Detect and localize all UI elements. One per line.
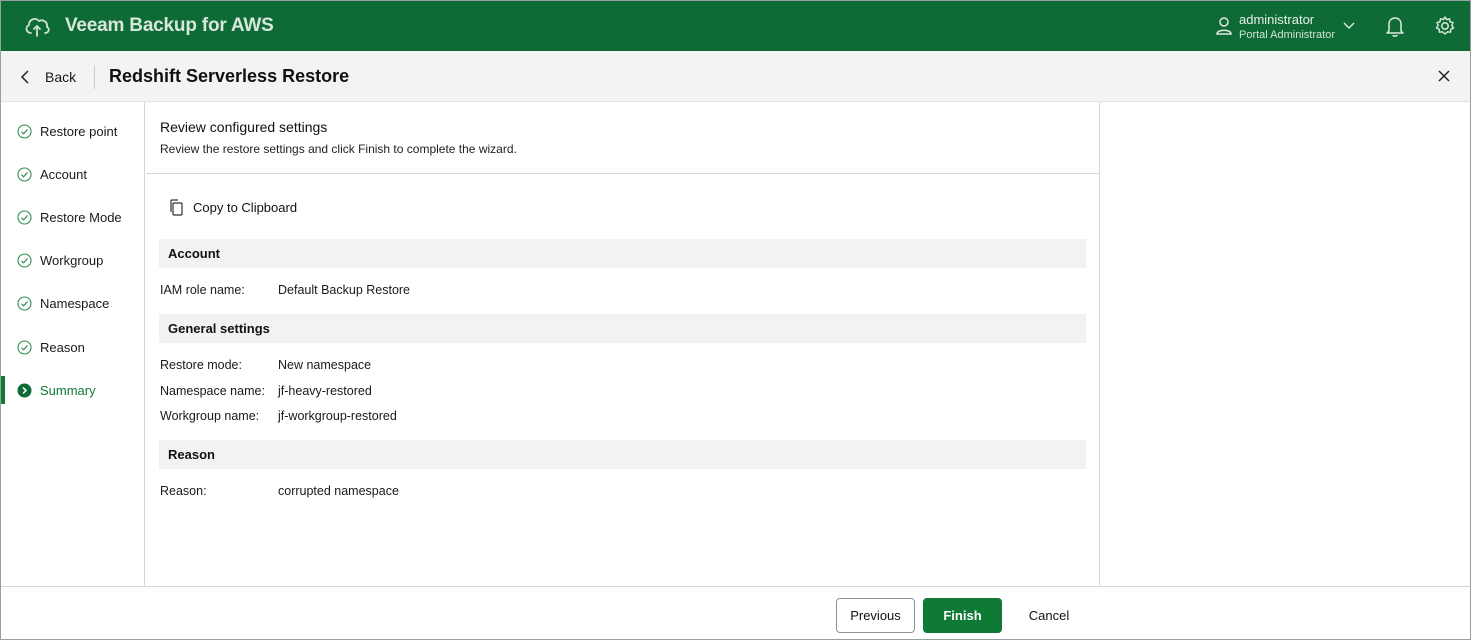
- row-key: Workgroup name:: [160, 409, 260, 423]
- step-label: Reason: [40, 339, 85, 355]
- row-key: Restore mode:: [160, 358, 242, 372]
- step-restore-point[interactable]: Restore point: [1, 117, 144, 145]
- wizard-footer: Previous Finish Cancel: [1, 586, 1470, 639]
- row-value: jf-workgroup-restored: [278, 409, 397, 423]
- check-circle-icon: [17, 339, 32, 355]
- user-role: Portal Administrator: [1239, 29, 1335, 41]
- step-summary[interactable]: Summary: [1, 376, 144, 404]
- step-label: Summary: [40, 382, 96, 398]
- user-menu[interactable]: administrator Portal Administrator: [1215, 10, 1365, 44]
- top-bar: Veeam Backup for AWS administrator Porta…: [1, 1, 1470, 51]
- row-key: IAM role name:: [160, 283, 245, 297]
- row-value: corrupted namespace: [278, 484, 399, 498]
- summary-panel: Review configured settings Review the re…: [146, 102, 1100, 586]
- header-divider: [94, 65, 95, 89]
- chevron-left-icon: [20, 70, 29, 84]
- check-circle-icon: [17, 166, 32, 182]
- row-value: jf-heavy-restored: [278, 384, 372, 398]
- arrow-circle-icon: [17, 383, 32, 397]
- check-circle-icon: [17, 123, 32, 139]
- row-value: New namespace: [278, 358, 372, 372]
- wizard-steps: Restore point Account Restore Mode Workg…: [1, 102, 145, 586]
- step-label: Workgroup: [40, 252, 104, 268]
- step-account[interactable]: Account: [1, 160, 144, 188]
- back-button[interactable]: Back: [19, 67, 76, 87]
- app-title: Veeam Backup for AWS: [65, 15, 274, 36]
- section-description: Review the restore settings and click Fi…: [160, 142, 517, 156]
- check-circle-icon: [17, 209, 32, 225]
- step-workgroup[interactable]: Workgroup: [1, 246, 144, 274]
- section-title: Review configured settings: [160, 119, 328, 135]
- page-header: Back Redshift Serverless Restore: [1, 51, 1470, 102]
- bell-icon[interactable]: [1385, 15, 1405, 37]
- gear-icon[interactable]: [1434, 15, 1456, 37]
- back-label: Back: [45, 69, 77, 85]
- finish-button[interactable]: Finish: [923, 598, 1002, 633]
- section-header-account: Account: [159, 239, 1086, 268]
- step-label: Account: [40, 166, 87, 182]
- check-circle-icon: [17, 252, 32, 268]
- row-value: Default Backup Restore: [278, 283, 411, 297]
- clipboard-icon: [170, 198, 183, 216]
- copy-label: Copy to Clipboard: [193, 199, 298, 215]
- chevron-down-icon: [1343, 22, 1355, 29]
- row-key: Namespace name:: [160, 384, 265, 398]
- step-namespace[interactable]: Namespace: [1, 289, 144, 317]
- user-name: administrator: [1239, 12, 1315, 27]
- close-icon[interactable]: [1437, 69, 1451, 83]
- cancel-button[interactable]: Cancel: [1009, 598, 1089, 633]
- step-reason[interactable]: Reason: [1, 333, 144, 361]
- page-title: Redshift Serverless Restore: [109, 66, 350, 86]
- step-label: Namespace: [40, 295, 110, 311]
- divider: [146, 173, 1099, 174]
- step-restore-mode[interactable]: Restore Mode: [1, 203, 144, 231]
- step-label: Restore Mode: [40, 209, 122, 225]
- copy-to-clipboard-button[interactable]: Copy to Clipboard: [168, 197, 297, 217]
- active-step-indicator: [1, 376, 5, 404]
- section-header-reason: Reason: [159, 440, 1086, 469]
- user-icon: [1216, 17, 1232, 35]
- cloud-logo-icon[interactable]: [23, 13, 51, 39]
- previous-button[interactable]: Previous: [836, 598, 915, 633]
- section-header-general-settings: General settings: [159, 314, 1086, 343]
- row-key: Reason:: [160, 484, 207, 498]
- app-window: Veeam Backup for AWS administrator Porta…: [0, 0, 1471, 640]
- check-circle-icon: [17, 295, 32, 311]
- step-label: Restore point: [40, 123, 118, 139]
